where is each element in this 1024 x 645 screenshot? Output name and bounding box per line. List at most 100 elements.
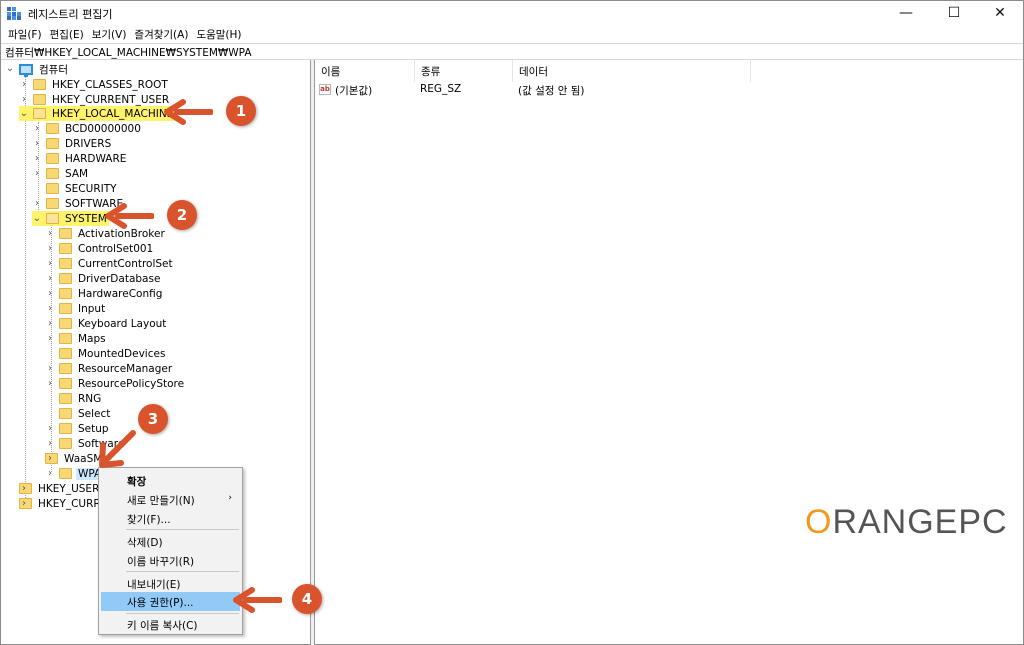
tree-node-hku[interactable]: › HKEY_USERS: [19, 481, 99, 496]
minimize-button[interactable]: —: [883, 1, 929, 25]
value-list-pane[interactable]: 이름 종류 데이터 ab (기본값) REG_SZ (값 설정 안 됨): [315, 60, 1023, 645]
folder-open-icon: [46, 213, 59, 224]
tree-node-system[interactable]: ⌄ SYSTEM: [32, 211, 109, 226]
chevron-right-icon[interactable]: ›: [32, 168, 42, 180]
tree-node-hkcu[interactable]: › HKEY_CURRENT_USER: [19, 92, 171, 107]
logo-text: ORANGEPC: [805, 503, 1008, 542]
menu-file[interactable]: 파일(F): [5, 25, 47, 43]
menu-item-permissions[interactable]: 사용 권한(P)...: [101, 592, 240, 611]
chevron-down-icon[interactable]: ⌄: [32, 213, 42, 225]
column-header-data[interactable]: 데이터: [513, 60, 751, 82]
value-type: REG_SZ: [420, 83, 462, 95]
annotation-badge-3: 3: [138, 404, 168, 434]
chevron-down-icon[interactable]: ⌄: [19, 108, 29, 120]
chevron-right-icon[interactable]: ›: [45, 453, 55, 465]
column-header-type[interactable]: 종류: [415, 60, 513, 82]
tree-node-label: CurrentControlSet: [78, 257, 173, 270]
chevron-right-icon[interactable]: ›: [45, 258, 55, 270]
menu-item-rename[interactable]: 이름 바꾸기(R): [101, 551, 240, 570]
tree-node-label: HardwareConfig: [78, 287, 163, 300]
tree-node-hkcc[interactable]: › HKEY_CURRENT_CONFIG: [19, 496, 99, 511]
tree-node-waasmedic[interactable]: › WaaSMedic: [45, 451, 100, 466]
tree-node-label: DRIVERS: [65, 137, 112, 150]
chevron-right-icon[interactable]: ›: [45, 378, 55, 390]
annotation-badge-4: 4: [292, 584, 322, 614]
tree-node-label: HKEY_CURRENT_CONFIG: [38, 497, 99, 510]
folder-icon: [46, 123, 59, 134]
chevron-right-icon[interactable]: ›: [45, 363, 55, 375]
maximize-button[interactable]: ☐: [931, 1, 977, 25]
tree-node-hklm[interactable]: ⌄ HKEY_LOCAL_MACHINE: [19, 106, 176, 121]
tree-node-bcd[interactable]: › BCD00000000: [32, 121, 143, 136]
annotation-badge-2: 2: [167, 200, 197, 230]
chevron-right-icon[interactable]: ›: [45, 468, 55, 480]
submenu-arrow-icon: ›: [228, 493, 232, 503]
chevron-right-icon[interactable]: ›: [45, 438, 55, 450]
tree-node-computer[interactable]: ⌄ 컴퓨터: [5, 62, 70, 77]
tree-node-rng[interactable]: RNG: [45, 391, 103, 406]
menu-bar: 파일(F) 편집(E) 보기(V) 즐겨찾기(A) 도움말(H): [1, 25, 1023, 43]
address-bar[interactable]: 컴퓨터₩HKEY_LOCAL_MACHINE₩SYSTEM₩WPA: [1, 43, 1023, 60]
folder-icon: [59, 438, 72, 449]
chevron-right-icon[interactable]: ›: [45, 228, 55, 240]
menu-separator: [126, 613, 239, 614]
orangepc-logo: ORANGEPC: [805, 493, 1008, 545]
menu-view[interactable]: 보기(V): [89, 25, 132, 43]
chevron-right-icon[interactable]: ›: [19, 498, 29, 510]
tree-node-select[interactable]: Select: [45, 406, 112, 421]
menu-favorites[interactable]: 즐겨찾기(A): [131, 25, 193, 43]
tree-node-keyboard-layout[interactable]: › Keyboard Layout: [45, 316, 168, 331]
menu-item-export[interactable]: 내보내기(E): [101, 574, 240, 593]
tree-node-controlset001[interactable]: › ControlSet001: [45, 241, 155, 256]
chevron-right-icon[interactable]: ›: [45, 318, 55, 330]
menu-item-find[interactable]: 찾기(F)...: [101, 509, 240, 528]
chevron-right-icon[interactable]: ›: [32, 198, 42, 210]
menu-item-copy-key-name[interactable]: 키 이름 복사(C): [101, 615, 240, 634]
value-data: (값 설정 안 됨): [518, 85, 585, 97]
chevron-right-icon[interactable]: ›: [19, 483, 29, 495]
tree-node-drivers[interactable]: › DRIVERS: [32, 136, 113, 151]
tree-node-label: Select: [78, 407, 111, 420]
chevron-right-icon[interactable]: ›: [32, 153, 42, 165]
menu-help[interactable]: 도움말(H): [193, 25, 246, 43]
tree-node-resourcemanager[interactable]: › ResourceManager: [45, 361, 174, 376]
chevron-right-icon[interactable]: ›: [45, 333, 55, 345]
menu-item-new[interactable]: 새로 만들기(N) ›: [101, 490, 240, 509]
folder-icon: [59, 423, 72, 434]
folder-icon: [59, 258, 72, 269]
chevron-right-icon[interactable]: ›: [45, 303, 55, 315]
tree-node-resourcepolicystore[interactable]: › ResourcePolicyStore: [45, 376, 186, 391]
menu-item-delete[interactable]: 삭제(D): [101, 532, 240, 551]
chevron-down-icon[interactable]: ⌄: [5, 63, 15, 75]
chevron-right-icon[interactable]: ›: [19, 79, 29, 91]
registry-editor-window: 레지스트리 편집기 — ☐ ✕ 파일(F) 편집(E) 보기(V) 즐겨찾기(A…: [0, 0, 1024, 645]
tree-node-input[interactable]: › Input: [45, 301, 107, 316]
chevron-right-icon[interactable]: ›: [19, 94, 29, 106]
column-header-name[interactable]: 이름: [315, 60, 415, 82]
chevron-right-icon[interactable]: ›: [45, 273, 55, 285]
chevron-right-icon[interactable]: ›: [45, 288, 55, 300]
value-row[interactable]: ab (기본값) REG_SZ (값 설정 안 됨): [315, 82, 751, 98]
menu-item-expand[interactable]: 확장: [101, 471, 240, 490]
chevron-right-icon[interactable]: ›: [32, 138, 42, 150]
tree-node-driverdatabase[interactable]: › DriverDatabase: [45, 271, 162, 286]
tree-node-mounteddevices[interactable]: MountedDevices: [45, 346, 167, 361]
chevron-right-icon[interactable]: ›: [32, 123, 42, 135]
tree-node-maps[interactable]: › Maps: [45, 331, 108, 346]
close-button[interactable]: ✕: [977, 1, 1023, 25]
folder-icon: [59, 243, 72, 254]
tree-node-label: Keyboard Layout: [78, 317, 167, 330]
tree-node-hkcr[interactable]: › HKEY_CLASSES_ROOT: [19, 77, 170, 92]
window-title: 레지스트리 편집기: [28, 8, 113, 21]
chevron-right-icon[interactable]: ›: [45, 423, 55, 435]
tree-node-label: SECURITY: [65, 182, 117, 195]
tree-node-currentcontrolset[interactable]: › CurrentControlSet: [45, 256, 175, 271]
menu-edit[interactable]: 편집(E): [47, 25, 89, 43]
tree-node-label: SAM: [65, 167, 89, 180]
tree-node-sam[interactable]: › SAM: [32, 166, 90, 181]
tree-node-hardware[interactable]: › HARDWARE: [32, 151, 128, 166]
chevron-right-icon[interactable]: ›: [45, 243, 55, 255]
tree-node-hardwareconfig[interactable]: › HardwareConfig: [45, 286, 164, 301]
tree-node-security[interactable]: SECURITY: [32, 181, 119, 196]
folder-icon: [46, 198, 59, 209]
